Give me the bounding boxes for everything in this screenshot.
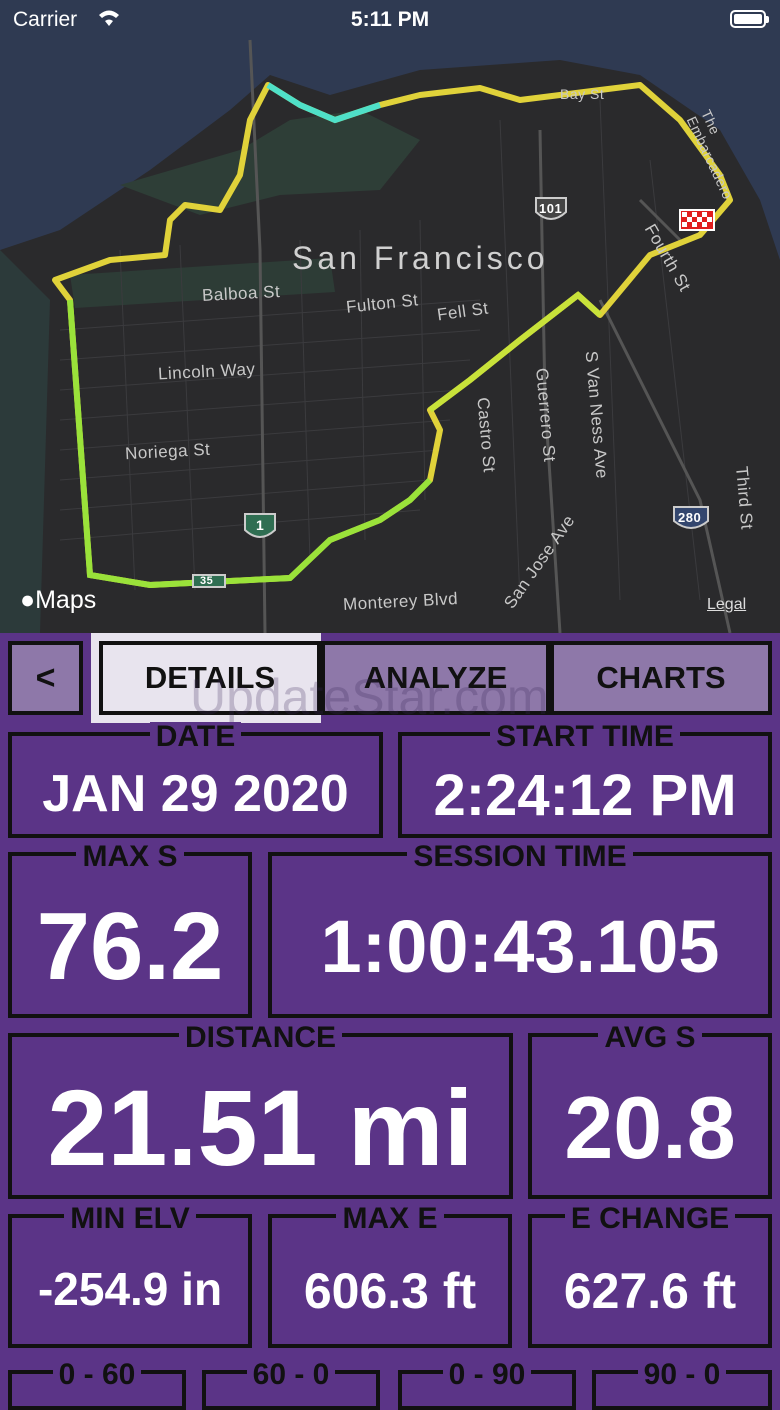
- status-bar: Carrier 5:11 PM: [0, 0, 780, 40]
- date-value: JAN 29 2020: [42, 765, 349, 823]
- max-speed-card: MAX S 76.2: [8, 842, 252, 1018]
- zero-to-ninety-label: 0 - 90: [442, 1360, 532, 1390]
- max-speed-value: 76.2: [36, 893, 224, 1000]
- distance-value: 21.51 mi: [47, 1067, 474, 1188]
- tab-details[interactable]: DETAILS: [99, 641, 321, 715]
- back-button[interactable]: <: [8, 641, 83, 715]
- map-streets-layer: [0, 0, 780, 633]
- highway-shield-35: 35: [200, 575, 214, 587]
- max-elevation-value: 606.3 ft: [303, 1263, 477, 1319]
- highway-shield-280: 280: [678, 510, 702, 525]
- avg-speed-label: AVG S: [598, 1023, 702, 1053]
- elevation-change-card: E CHANGE 627.6 ft: [528, 1204, 772, 1348]
- ninety-to-zero-label: 90 - 0: [637, 1360, 727, 1390]
- tab-analyze[interactable]: ANALYZE: [321, 641, 550, 715]
- avg-speed-value: 20.8: [564, 1078, 736, 1177]
- min-elevation-label: MIN ELV: [64, 1204, 196, 1234]
- clock: 5:11 PM: [350, 8, 430, 31]
- map-street-label: Bay St: [560, 86, 605, 102]
- sixty-to-zero-label: 60 - 0: [246, 1360, 336, 1390]
- elevation-change-value: 627.6 ft: [563, 1263, 737, 1319]
- distance-label: DISTANCE: [178, 1023, 343, 1053]
- max-elevation-card: MAX E 606.3 ft: [268, 1204, 512, 1348]
- start-time-card: START TIME 2:24:12 PM: [398, 722, 772, 838]
- zero-to-sixty-label: 0 - 60: [52, 1360, 142, 1390]
- start-time-value: 2:24:12 PM: [433, 763, 737, 828]
- min-elevation-card: MIN ELV -254.9 in: [8, 1204, 252, 1348]
- sixty-to-zero-card: 60 - 0: [202, 1360, 380, 1410]
- max-speed-label: MAX S: [76, 842, 184, 872]
- elevation-change-label: E CHANGE: [564, 1204, 736, 1234]
- highway-shield-101: 101: [539, 201, 563, 216]
- highway-shield-1: 1: [256, 517, 265, 533]
- battery-icon: [730, 10, 769, 28]
- avg-speed-card: AVG S 20.8: [528, 1023, 772, 1199]
- map-street-label: Balboa St: [201, 281, 281, 306]
- min-elevation-value: -254.9 in: [37, 1263, 223, 1315]
- apple-icon: ●: [20, 586, 36, 614]
- ninety-to-zero-card: 90 - 0: [592, 1360, 772, 1410]
- apple-maps-logo: ●Maps: [20, 586, 97, 614]
- date-label: DATE: [149, 722, 242, 752]
- session-time-value: 1:00:43.105: [320, 905, 720, 988]
- session-time-label: SESSION TIME: [407, 842, 633, 872]
- start-time-label: START TIME: [490, 722, 680, 752]
- legal-link[interactable]: Legal: [707, 596, 746, 614]
- map-city-label: San Francisco: [292, 240, 549, 276]
- zero-to-sixty-card: 0 - 60: [8, 1360, 186, 1410]
- max-elevation-label: MAX E: [336, 1204, 444, 1234]
- distance-card: DISTANCE 21.51 mi: [8, 1023, 513, 1199]
- zero-to-ninety-card: 0 - 90: [398, 1360, 576, 1410]
- session-time-card: SESSION TIME 1:00:43.105: [268, 842, 772, 1018]
- date-card: DATE JAN 29 2020: [8, 722, 383, 838]
- route-map[interactable]: San Francisco Balboa St Fulton St Fell S…: [0, 0, 780, 633]
- tab-charts[interactable]: CHARTS: [550, 641, 772, 715]
